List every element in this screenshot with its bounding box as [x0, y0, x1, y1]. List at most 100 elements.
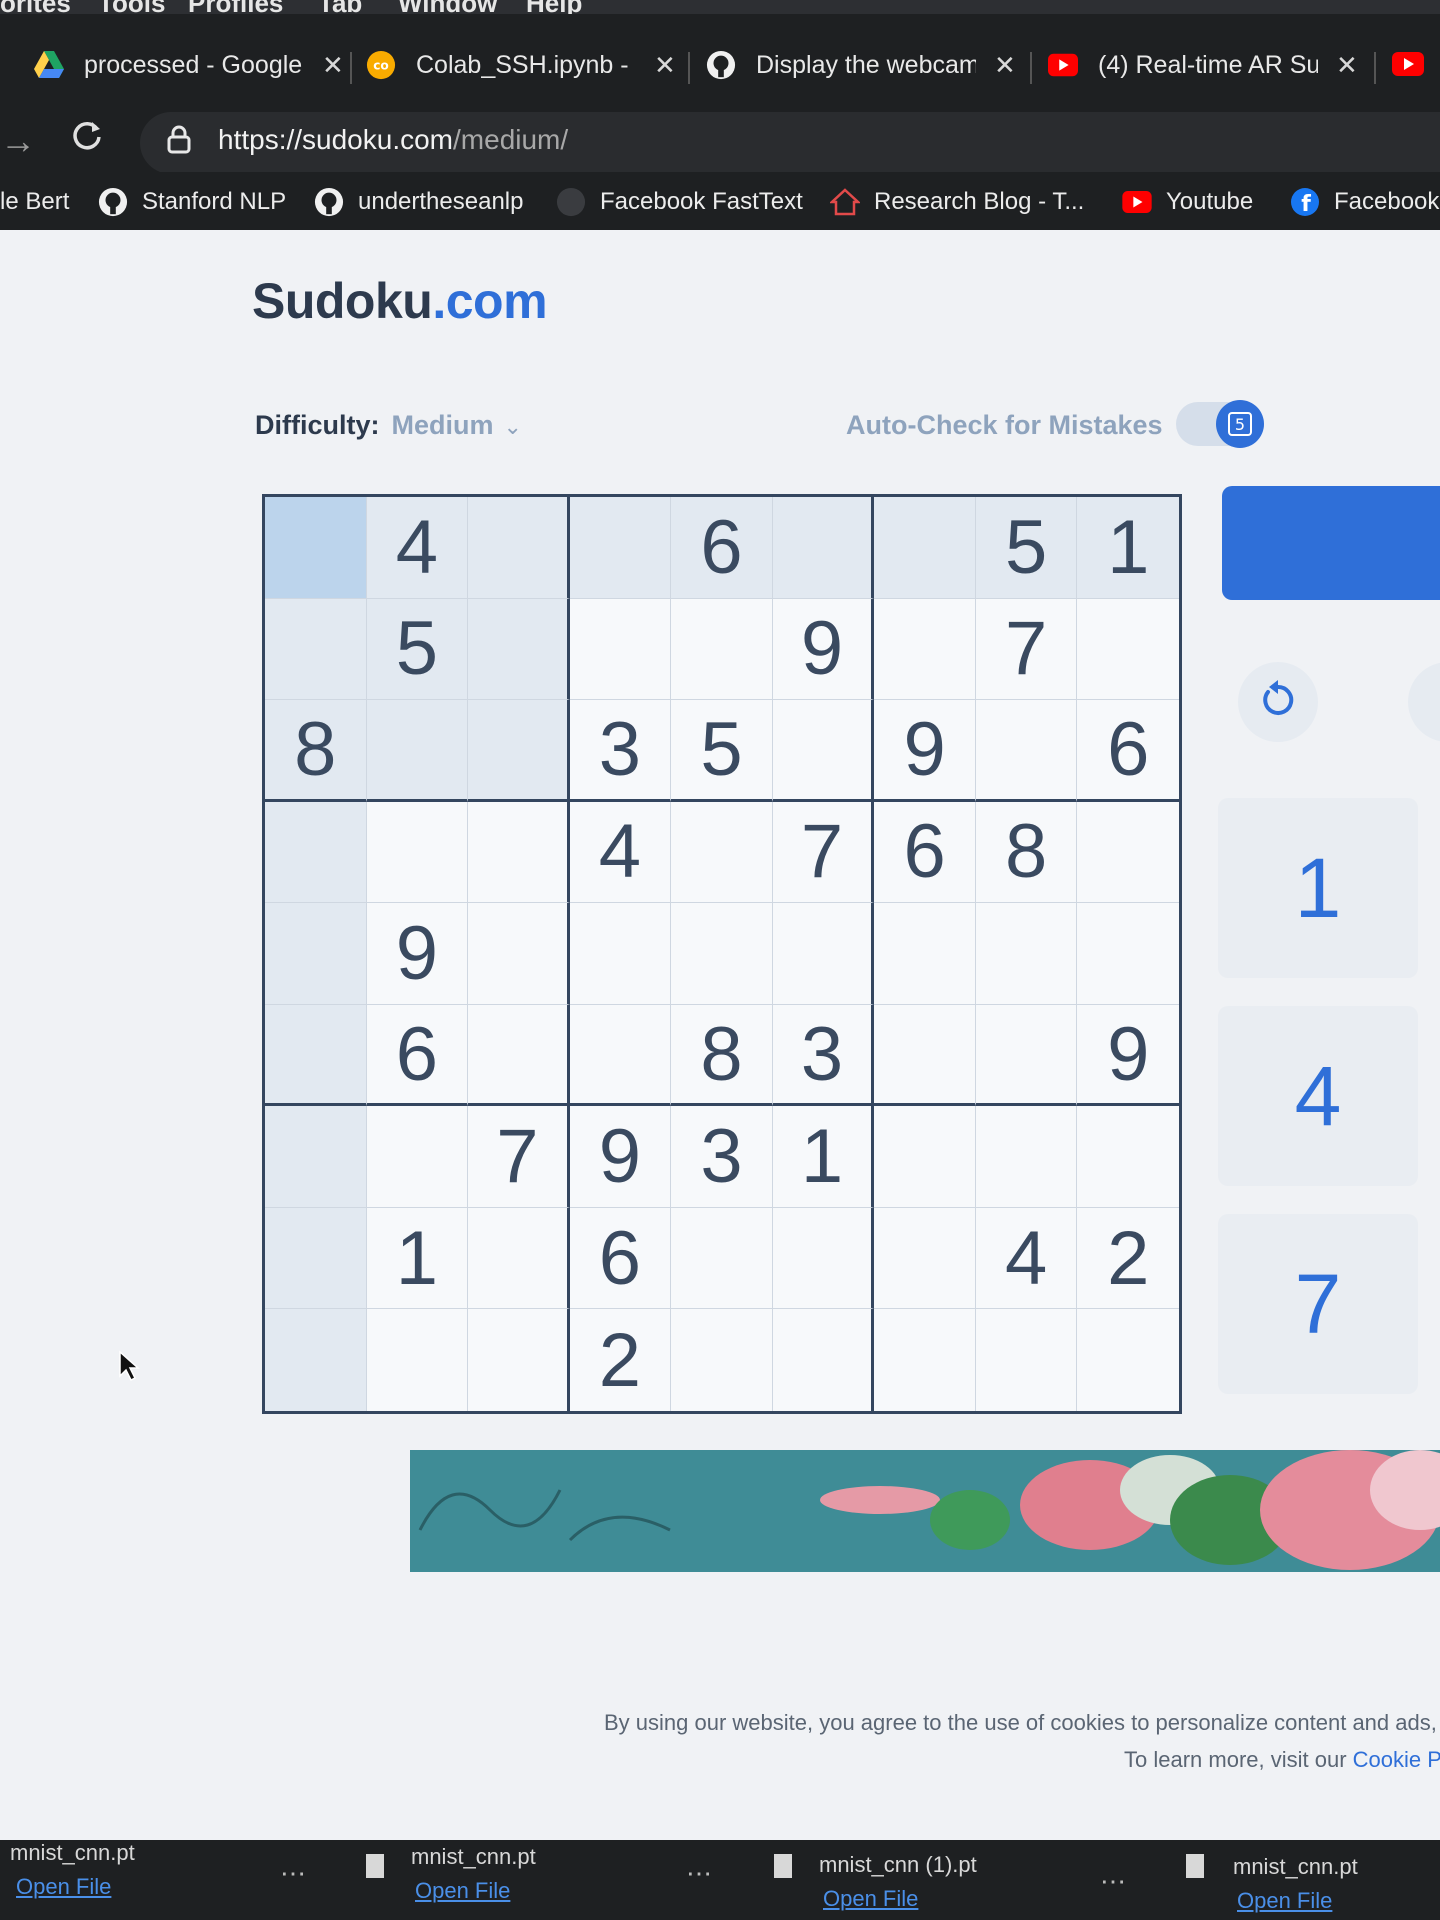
sudoku-cell-r4c6[interactable]: 7 — [772, 801, 875, 904]
bookmark-undertheseanlp[interactable]: undertheseanlp — [314, 182, 523, 222]
sudoku-cell-r4c8[interactable]: 8 — [975, 801, 1078, 904]
sudoku-cell-r7c1[interactable] — [265, 1106, 367, 1208]
cookie-policy-link[interactable]: Cookie P — [1353, 1747, 1440, 1772]
sudoku-cell-r6c6[interactable]: 3 — [772, 1004, 875, 1107]
bookmark-item[interactable]: le Bert — [0, 182, 69, 222]
sudoku-cell-r4c9[interactable] — [1077, 802, 1179, 904]
sudoku-cell-r1c9[interactable]: 1 — [1077, 497, 1179, 599]
sudoku-cell-r7c7[interactable] — [874, 1106, 976, 1208]
sudoku-cell-r8c9[interactable]: 2 — [1077, 1208, 1179, 1310]
url-text[interactable]: https://sudoku.com/medium/ — [218, 124, 568, 156]
sudoku-cell-r9c2[interactable] — [367, 1309, 469, 1411]
sudoku-cell-r3c4[interactable]: 3 — [569, 700, 672, 802]
sudoku-cell-r7c5[interactable]: 3 — [671, 1106, 773, 1208]
sudoku-cell-r2c5[interactable] — [671, 598, 773, 701]
sudoku-cell-r3c2[interactable] — [366, 700, 469, 802]
sudoku-cell-r3c1[interactable]: 8 — [265, 700, 367, 802]
sudoku-cell-r8c7[interactable] — [874, 1207, 976, 1310]
tab-colab[interactable]: co Colab_SSH.ipynb - C ✕ — [366, 34, 676, 96]
sudoku-cell-r3c8[interactable] — [975, 700, 1078, 802]
sudoku-cell-r6c2[interactable]: 6 — [366, 1004, 469, 1107]
menu-item-profiles[interactable]: Profiles — [188, 0, 283, 14]
sudoku-cell-r2c8[interactable]: 7 — [975, 598, 1078, 701]
floral-banner-ad[interactable] — [410, 1450, 1440, 1572]
sudoku-cell-r8c2[interactable]: 1 — [366, 1207, 469, 1310]
bookmark-stanford-nlp[interactable]: Stanford NLP — [98, 182, 286, 222]
menu-item[interactable]: orites — [0, 0, 71, 14]
sudoku-cell-r1c5[interactable]: 6 — [671, 497, 773, 599]
sudoku-cell-r4c3[interactable] — [468, 801, 570, 904]
sudoku-cell-r3c9[interactable]: 6 — [1077, 700, 1179, 802]
sudoku-cell-r7c8[interactable] — [975, 1106, 1078, 1208]
menu-item-tools[interactable]: Tools — [98, 0, 165, 14]
sudoku-cell-r8c5[interactable] — [671, 1207, 773, 1310]
sudoku-cell-r5c8[interactable] — [975, 903, 1078, 1005]
difficulty-value[interactable]: Medium — [392, 410, 494, 440]
close-icon[interactable]: ✕ — [654, 50, 676, 81]
bookmark-youtube[interactable]: Youtube — [1122, 182, 1253, 222]
more-icon[interactable]: ⋯ — [686, 1858, 712, 1889]
menu-item-help[interactable]: Help — [526, 0, 582, 14]
sudoku-cell-r2c9[interactable] — [1077, 599, 1179, 701]
sudoku-cell-r7c3[interactable]: 7 — [468, 1106, 570, 1208]
bookmark-research-blog[interactable]: Research Blog - T... — [830, 182, 1084, 222]
sudoku-cell-r6c7[interactable] — [874, 1004, 976, 1107]
sudoku-cell-r4c2[interactable] — [366, 801, 469, 904]
site-logo[interactable]: Sudoku.com — [252, 272, 548, 330]
close-icon[interactable]: ✕ — [1336, 50, 1358, 81]
sudoku-cell-r3c7[interactable]: 9 — [874, 700, 976, 802]
open-file-link[interactable]: Open File — [415, 1878, 510, 1904]
sudoku-cell-r6c1[interactable] — [265, 1004, 367, 1107]
toggle-knob[interactable]: 5 — [1216, 400, 1264, 448]
sudoku-cell-r9c8[interactable] — [976, 1309, 1078, 1411]
sudoku-cell-r5c9[interactable] — [1077, 903, 1179, 1005]
new-game-button[interactable] — [1222, 486, 1440, 600]
sudoku-cell-r4c7[interactable]: 6 — [874, 801, 976, 904]
undo-button[interactable] — [1238, 662, 1318, 742]
sudoku-cell-r9c4[interactable]: 2 — [570, 1309, 672, 1411]
sudoku-cell-r7c4[interactable]: 9 — [569, 1106, 672, 1208]
sudoku-cell-r2c3[interactable] — [468, 598, 570, 701]
more-icon[interactable]: ⋯ — [1100, 1866, 1126, 1897]
menu-item-window[interactable]: Window — [398, 0, 497, 14]
sudoku-cell-r3c3[interactable] — [468, 700, 570, 802]
sudoku-cell-r5c6[interactable] — [772, 903, 875, 1005]
sudoku-cell-r1c8[interactable]: 5 — [975, 497, 1078, 599]
close-icon[interactable]: ✕ — [994, 50, 1016, 81]
bookmark-facebook[interactable]: f Facebook — [1290, 182, 1439, 222]
erase-button[interactable] — [1408, 662, 1440, 742]
sudoku-cell-r1c6[interactable] — [772, 497, 875, 599]
menu-item-tab[interactable]: Tab — [318, 0, 362, 14]
numpad-key-7[interactable]: 7 — [1218, 1214, 1418, 1394]
sudoku-cell-r5c1[interactable] — [265, 903, 367, 1005]
youtube-icon[interactable] — [1392, 52, 1424, 81]
sudoku-cell-r2c1[interactable] — [265, 598, 367, 701]
sudoku-cell-r1c3[interactable] — [468, 497, 570, 599]
numpad-key-4[interactable]: 4 — [1218, 1006, 1418, 1186]
tab-display-webcam[interactable]: Display the webcam ✕ — [706, 34, 1016, 96]
chevron-down-icon[interactable]: ⌄ — [504, 414, 522, 439]
lock-icon[interactable] — [166, 124, 192, 159]
open-file-link[interactable]: Open File — [16, 1874, 111, 1900]
sudoku-cell-r2c2[interactable]: 5 — [366, 598, 469, 701]
sudoku-cell-r8c3[interactable] — [468, 1207, 570, 1310]
sudoku-cell-r4c5[interactable] — [671, 801, 773, 904]
sudoku-cell-r9c9[interactable] — [1077, 1309, 1179, 1411]
sudoku-cell-r3c6[interactable] — [772, 700, 875, 802]
sudoku-cell-r9c1[interactable] — [265, 1309, 367, 1411]
sudoku-cell-r9c6[interactable] — [773, 1309, 875, 1411]
sudoku-cell-r2c6[interactable]: 9 — [772, 598, 875, 701]
sudoku-cell-r6c3[interactable] — [468, 1004, 570, 1107]
sudoku-cell-r2c7[interactable] — [874, 598, 976, 701]
sudoku-cell-r7c2[interactable] — [366, 1106, 469, 1208]
sudoku-cell-r3c5[interactable]: 5 — [671, 700, 773, 802]
numpad-key-1[interactable]: 1 — [1218, 798, 1418, 978]
sudoku-cell-r6c4[interactable] — [569, 1004, 672, 1107]
sudoku-cell-r2c4[interactable] — [569, 598, 672, 701]
tab-processed[interactable]: processed - Google ✕ — [34, 34, 344, 96]
sudoku-cell-r1c1[interactable] — [265, 497, 367, 599]
sudoku-cell-r6c8[interactable] — [975, 1004, 1078, 1107]
tab-realtime-ar[interactable]: (4) Real-time AR Su ✕ — [1048, 34, 1358, 96]
sudoku-cell-r8c4[interactable]: 6 — [569, 1207, 672, 1310]
sudoku-cell-r4c4[interactable]: 4 — [569, 801, 672, 904]
